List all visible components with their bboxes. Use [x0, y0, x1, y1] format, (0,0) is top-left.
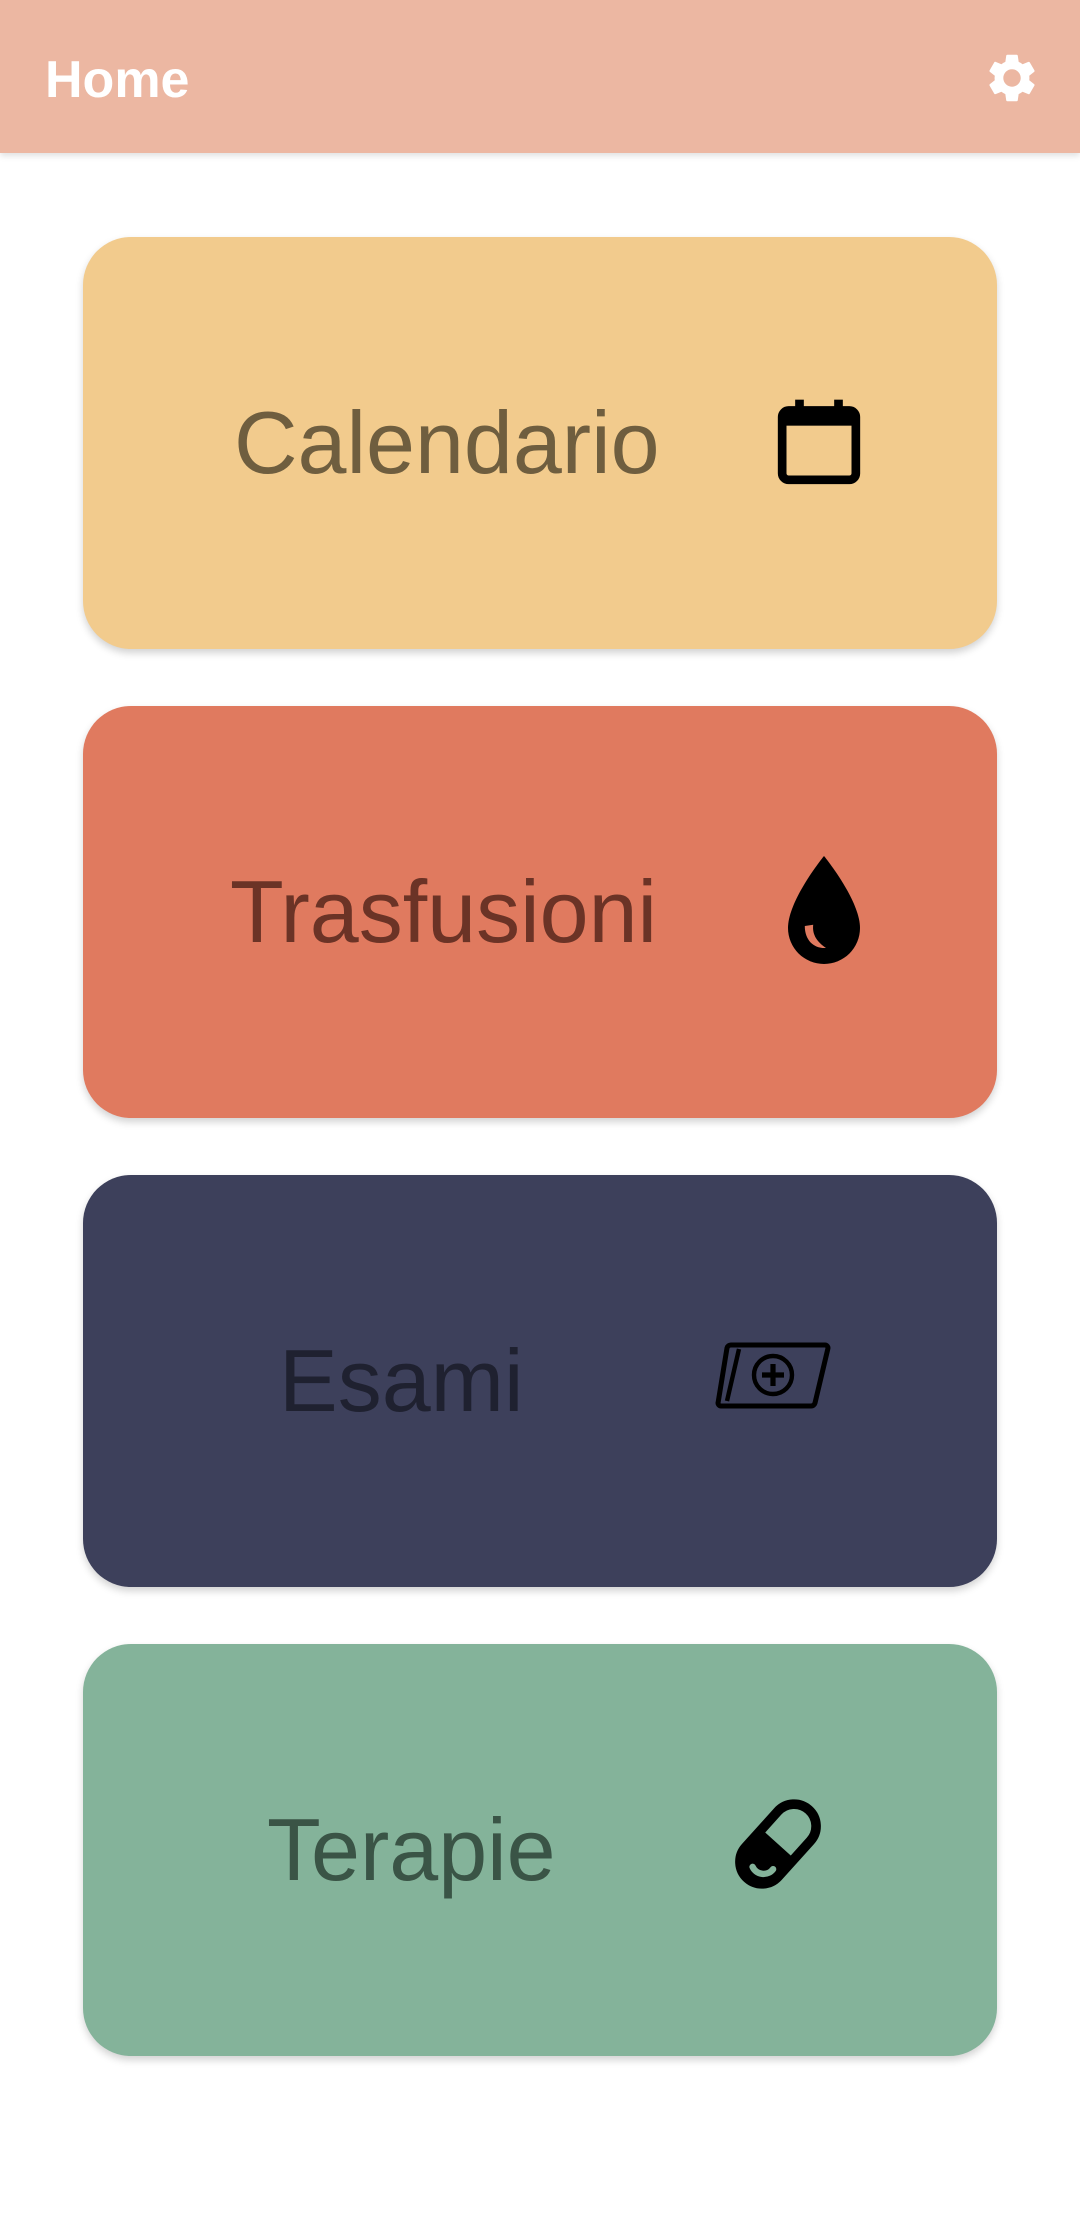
- trasfusioni-card[interactable]: Trasfusioni: [83, 706, 997, 1118]
- pill-icon: [723, 1784, 833, 1904]
- card-label: Esami: [279, 1331, 524, 1430]
- card-label: Terapie: [267, 1800, 556, 1899]
- blood-drop-icon: [768, 853, 880, 971]
- card-label: Trasfusioni: [230, 862, 658, 961]
- medical-card-icon: [713, 1335, 833, 1415]
- calendario-card[interactable]: Calendario: [83, 237, 997, 649]
- menu-cards: Calendario Trasfusioni Esami Terapie: [83, 237, 997, 2113]
- esami-card[interactable]: Esami: [83, 1175, 997, 1587]
- page-title: Home: [45, 51, 190, 109]
- card-label: Calendario: [234, 393, 660, 492]
- terapie-card[interactable]: Terapie: [83, 1644, 997, 2056]
- calendar-icon: [763, 387, 875, 499]
- app-bar: Home: [0, 0, 1080, 153]
- settings-button[interactable]: [982, 48, 1042, 108]
- gear-icon: [989, 54, 1035, 102]
